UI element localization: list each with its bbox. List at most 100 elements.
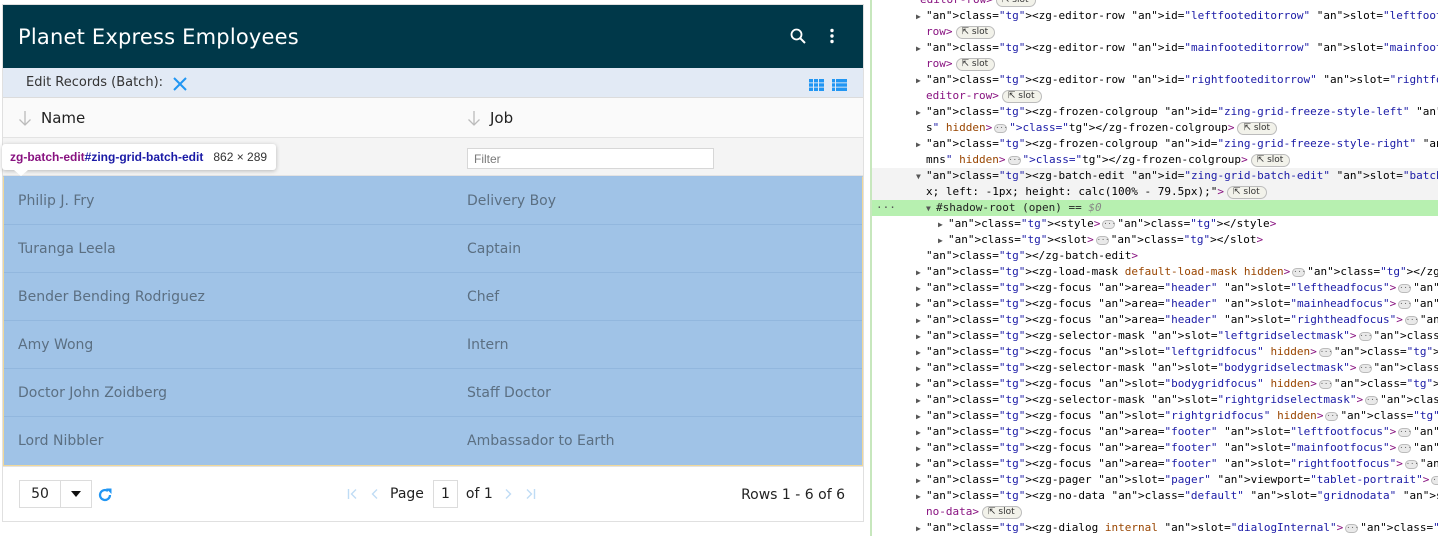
grid-layout-icon[interactable] [809,76,824,95]
cell-job[interactable]: Delivery Boy [453,193,556,209]
table-row[interactable]: Philip J. Fry Delivery Boy [4,177,862,225]
dom-tree-node[interactable]: no-data> ⇱ slot [872,504,1438,520]
dom-tree-node[interactable]: x; left: -1px; height: calc(100% - 79.5p… [872,184,1438,200]
search-icon[interactable] [789,27,807,45]
dom-tree-node[interactable]: ▶ "an">class="tg"><zg-focus "an">slot="ri… [872,408,1438,424]
dom-tree-node[interactable]: ▶ "an">class="tg"><zg-dialog internal "an… [872,520,1438,536]
cell-job[interactable]: Captain [453,241,521,257]
dom-tree-node[interactable]: ▶ "an">class="tg"><zg-selector-mask "an">… [872,328,1438,344]
expand-triangle-icon[interactable]: ▶ [916,393,926,408]
dom-tree-node[interactable]: ▶ "an">class="tg"><zg-no-data "an">class=… [872,488,1438,504]
expand-triangle-icon[interactable]: ▶ [916,297,926,312]
expand-triangle-icon[interactable]: ▶ [916,9,926,24]
next-page-icon[interactable] [501,487,515,501]
dom-tree-node[interactable]: ▶ "an">class="tg"><zg-frozen-colgroup "an… [872,136,1438,152]
prev-page-icon[interactable] [368,487,382,501]
dom-tree-node[interactable]: ▶ "an">class="tg"><slot> ···"an">class="tg… [872,232,1438,248]
slot-badge[interactable]: ⇱ slot [995,0,1036,7]
cell-name[interactable]: Lord Nibbler [4,433,453,449]
dom-tree-node[interactable]: ▼ "an">class="tg"><zg-batch-edit "an">id=… [872,168,1438,184]
dom-tree-node[interactable]: ▶ "an">class="tg"><zg-selector-mask "an">… [872,360,1438,376]
column-header-name[interactable]: Name [3,109,452,127]
expand-triangle-icon[interactable]: ▶ [916,377,926,392]
sort-arrow-down-icon[interactable] [18,110,32,126]
cell-job[interactable]: Chef [453,289,499,305]
cell-job[interactable]: Intern [453,337,509,353]
dom-tree-node[interactable]: ··· ▼ #shadow-root (open) == $0 [872,200,1438,216]
slot-badge[interactable]: ⇱ slot [1001,89,1042,103]
dom-tree-node[interactable]: ▶ "an">class="tg"><style> ···"an">class="t… [872,216,1438,232]
column-header-job[interactable]: Job [452,109,513,127]
expand-triangle-icon[interactable]: ▶ [916,313,926,328]
expand-triangle-icon[interactable]: ▶ [916,105,926,120]
reload-icon[interactable] [97,487,113,503]
last-page-icon[interactable] [523,487,537,501]
expand-triangle-icon[interactable]: ▶ [916,281,926,296]
expand-triangle-icon[interactable]: ▶ [916,521,926,536]
slot-badge[interactable]: ⇱ slot [955,25,996,39]
slot-badge[interactable]: ⇱ slot [1237,121,1278,135]
expand-triangle-icon[interactable]: ▶ [916,329,926,344]
dom-tree-node[interactable]: "an">class="tg"></zg-batch-edit> [872,248,1438,264]
expand-triangle-icon[interactable]: ▶ [916,361,926,376]
more-vertical-icon[interactable] [823,27,841,45]
dom-tree-node[interactable]: ▶ "an">class="tg"><zg-focus "an">slot="le… [872,344,1438,360]
expand-triangle-icon[interactable]: ▶ [916,489,926,504]
dom-tree-node[interactable]: mns" hidden> ···">class="tg"></zg-frozen-… [872,152,1438,168]
dom-tree-node[interactable]: ▶ "an">class="tg"><zg-editor-row "an">id=… [872,40,1438,56]
collapse-triangle-icon[interactable]: ▼ [916,169,926,184]
expand-triangle-icon[interactable]: ▶ [916,73,926,88]
close-x-icon[interactable] [173,76,187,91]
dom-tree-node[interactable]: ▶ "an">class="tg"><zg-editor-row "an">id=… [872,8,1438,24]
page-size-select[interactable]: 50 [19,480,92,508]
dom-tree-node[interactable]: ▶ "an">class="tg"><zg-frozen-colgroup "an… [872,104,1438,120]
dom-tree-node[interactable]: ▶ "an">class="tg"><zg-pager "an">slot="pa… [872,472,1438,488]
slot-badge[interactable]: ⇱ slot [955,57,996,71]
expand-triangle-icon[interactable]: ▶ [916,441,926,456]
table-row[interactable]: Lord Nibbler Ambassador to Earth [4,417,862,465]
expand-triangle-icon[interactable]: ▶ [916,265,926,280]
slot-badge[interactable]: ⇱ slot [1250,153,1291,167]
dom-tree-node[interactable]: ▶ "an">class="tg"><zg-focus "an">area="fo… [872,424,1438,440]
table-row[interactable]: Amy Wong Intern [4,321,862,369]
dom-tree-node[interactable]: ▶ "an">class="tg"><zg-focus "an">area="fo… [872,456,1438,472]
table-row[interactable]: Bender Bending Rodriguez Chef [4,273,862,321]
caret-down-icon[interactable] [61,481,91,507]
expand-triangle-icon[interactable]: ▶ [916,41,926,56]
table-row[interactable]: Turanga Leela Captain [4,225,862,273]
first-page-icon[interactable] [346,487,360,501]
expand-triangle-icon[interactable]: ▶ [916,473,926,488]
more-dots-icon[interactable]: ··· [876,200,896,216]
expand-triangle-icon[interactable]: ▶ [916,409,926,424]
dom-tree-node[interactable]: ▶ "an">class="tg"><zg-selector-mask "an">… [872,392,1438,408]
dom-tree-node[interactable]: editor-row>⇱ slot [872,0,1438,8]
expand-triangle-icon[interactable]: ▶ [916,137,926,152]
expand-triangle-icon[interactable]: ▶ [916,345,926,360]
collapse-triangle-icon[interactable]: ▼ [926,201,936,216]
cell-name[interactable]: Philip J. Fry [4,193,453,209]
job-filter-input[interactable] [467,148,714,169]
dom-tree-node[interactable]: row> ⇱ slot [872,56,1438,72]
expand-triangle-icon[interactable]: ▶ [916,425,926,440]
dom-tree-node[interactable]: ▶ "an">class="tg"><zg-editor-row "an">id=… [872,72,1438,88]
dom-tree-node[interactable]: ▶ "an">class="tg"><zg-load-mask default-l… [872,264,1438,280]
dom-tree-node[interactable]: ▶ "an">class="tg"><zg-focus "an">area="he… [872,296,1438,312]
cell-job[interactable]: Staff Doctor [453,385,551,401]
expand-triangle-icon[interactable]: ▶ [938,233,948,248]
table-row[interactable]: Doctor John Zoidberg Staff Doctor [4,369,862,417]
expand-triangle-icon[interactable]: ▶ [916,457,926,472]
expand-triangle-icon[interactable]: ▶ [938,217,948,232]
dom-tree-node[interactable]: ▶ "an">class="tg"><zg-focus "an">area="he… [872,312,1438,328]
slot-badge[interactable]: ⇱ slot [981,505,1022,519]
cell-name[interactable]: Amy Wong [4,337,453,353]
dom-tree-node[interactable]: row> ⇱ slot [872,24,1438,40]
dom-tree-node[interactable]: ▶ "an">class="tg"><zg-focus "an">area="he… [872,280,1438,296]
cell-name[interactable]: Bender Bending Rodriguez [4,289,453,305]
dom-tree-node[interactable]: s" hidden> ···">class="tg"></zg-frozen-co… [872,120,1438,136]
dom-tree-node[interactable]: ▶ "an">class="tg"><zg-focus "an">slot="bo… [872,376,1438,392]
row-layout-icon[interactable] [832,76,847,95]
cell-name[interactable]: Turanga Leela [4,241,453,257]
page-number-input[interactable]: 1 [432,480,458,508]
cell-job[interactable]: Ambassador to Earth [453,433,615,449]
slot-badge[interactable]: ⇱ slot [1227,185,1267,199]
